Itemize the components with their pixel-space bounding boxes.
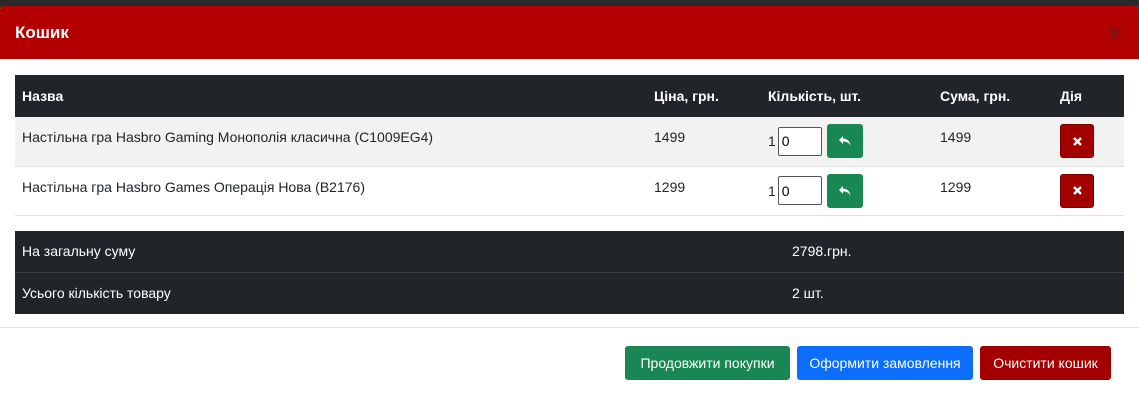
- column-header-sum: Сума, грн.: [933, 75, 1053, 117]
- summary-table: На загальну суму 2798.грн. Усього кількі…: [15, 230, 1124, 314]
- remove-item-button[interactable]: [1060, 173, 1094, 208]
- summary-row-count: Усього кількість товару 2 шт.: [15, 271, 1124, 314]
- update-quantity-button[interactable]: [826, 124, 863, 158]
- update-quantity-button[interactable]: [826, 173, 863, 208]
- times-icon: [1072, 186, 1082, 195]
- product-sum: 1299: [940, 178, 972, 195]
- modal-title: Кошик: [15, 22, 69, 42]
- quantity-cell: 1: [761, 117, 933, 166]
- modal-header: Кошик: [0, 6, 1139, 59]
- undo-arrow-icon: [838, 136, 851, 146]
- total-label: На загальну суму: [15, 230, 785, 272]
- product-name: Настільна гра Hasbro Gaming Монополія кл…: [22, 129, 434, 145]
- total-value: 2798.грн.: [785, 230, 1124, 272]
- column-header-action: Дія: [1053, 75, 1124, 117]
- column-header-price: Ціна, грн.: [647, 75, 761, 117]
- clear-cart-button[interactable]: Очистити кошик: [980, 345, 1111, 380]
- undo-arrow-icon: [838, 185, 851, 196]
- column-header-name: Назва: [15, 75, 647, 117]
- quantity-value: 1: [768, 182, 776, 199]
- quantity-cell: 1: [761, 166, 933, 215]
- continue-shopping-button[interactable]: Продовжити покупки: [625, 345, 790, 380]
- table-row: Настільна гра Hasbro Gaming Монополія кл…: [15, 117, 1124, 166]
- table-header-row: Назва Ціна, грн. Кількість, шт. Сума, гр…: [15, 75, 1124, 117]
- action-cell: [1053, 166, 1124, 215]
- remove-item-button[interactable]: [1060, 124, 1094, 158]
- summary-row-total: На загальну суму 2798.грн.: [15, 230, 1124, 272]
- close-icon[interactable]: [1103, 22, 1125, 44]
- count-label: Усього кількість товару: [15, 271, 785, 314]
- column-header-quantity: Кількість, шт.: [761, 75, 933, 117]
- product-sum: 1499: [940, 129, 972, 145]
- cart-table: Назва Ціна, грн. Кількість, шт. Сума, гр…: [15, 75, 1124, 216]
- quantity-value: 1: [768, 133, 776, 149]
- times-icon: [1072, 136, 1082, 146]
- quantity-input[interactable]: [777, 126, 822, 156]
- cart-modal: Кошик Назва Ціна, грн. Кількість, шт. Су…: [0, 6, 1139, 403]
- product-name: Настільна гра Hasbro Games Операція Нова…: [22, 178, 365, 195]
- table-row: Настільна гра Hasbro Games Операція Нова…: [15, 166, 1124, 215]
- modal-footer: Продовжити покупки Оформити замовлення О…: [0, 327, 1139, 397]
- count-value: 2 шт.: [785, 271, 1124, 314]
- action-cell: [1053, 117, 1124, 166]
- modal-body: Назва Ціна, грн. Кількість, шт. Сума, гр…: [0, 59, 1139, 314]
- product-price: 1299: [654, 178, 686, 195]
- product-price: 1499: [654, 129, 686, 145]
- quantity-input[interactable]: [777, 176, 822, 205]
- checkout-button[interactable]: Оформити замовлення: [797, 345, 973, 380]
